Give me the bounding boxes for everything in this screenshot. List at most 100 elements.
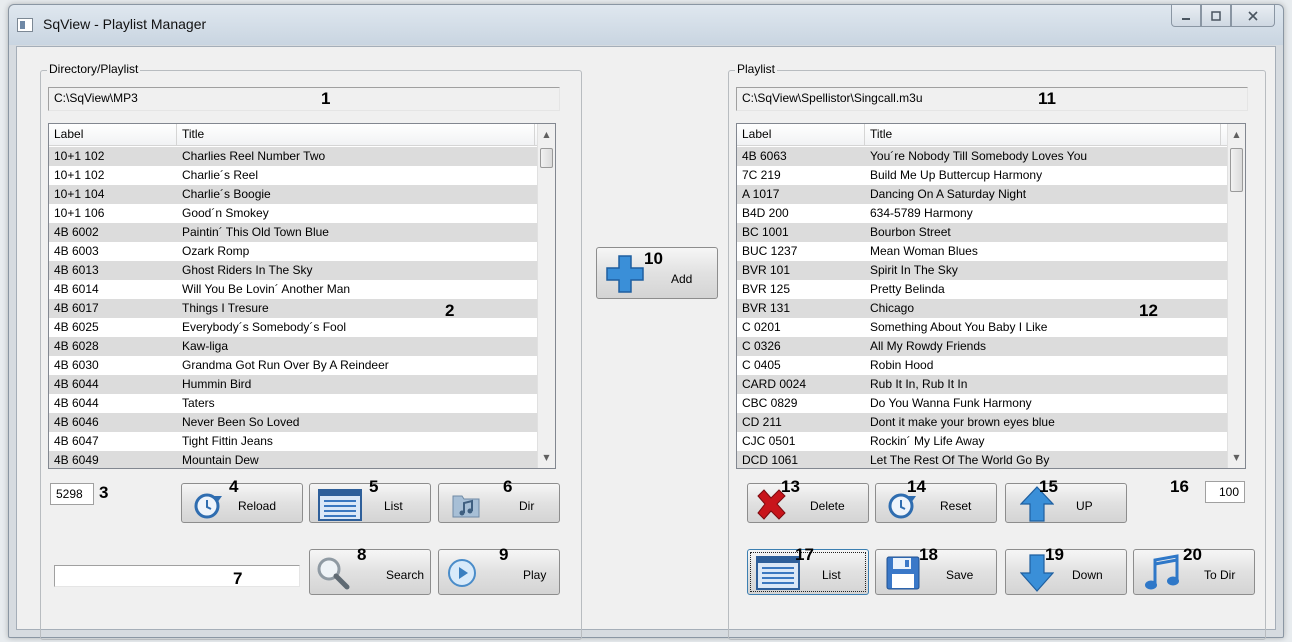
list-item[interactable]: 4B 6047 Tight Fittin Jeans — [49, 432, 537, 451]
scroll-up-icon[interactable]: ▲ — [1228, 126, 1245, 143]
item-title: Mean Woman Blues — [870, 244, 978, 258]
list-item[interactable]: BVR 101 Spirit In The Sky — [737, 261, 1227, 280]
list-label: List — [822, 568, 841, 582]
list-item[interactable]: A 1017 Dancing On A Saturday Night — [737, 185, 1227, 204]
minimize-icon — [1182, 17, 1190, 20]
column-title-header[interactable]: Title — [865, 124, 1221, 145]
list-item[interactable]: 10+1 102 Charlie´s Reel — [49, 166, 537, 185]
callout-number: 11 — [1038, 89, 1056, 108]
dir-button[interactable]: Dir — [438, 483, 560, 523]
window-controls — [1171, 5, 1275, 27]
scroll-up-icon[interactable]: ▲ — [538, 126, 555, 143]
directory-list[interactable]: Label Title 10+1 102 Charlies Reel Number… — [48, 123, 556, 469]
item-title: Will You Be Lovin´ Another Man — [182, 282, 351, 296]
item-title: Chicago — [870, 301, 915, 315]
list-item[interactable]: CJC 0501 Rockin´ My Life Away — [737, 432, 1227, 451]
vertical-scrollbar[interactable]: ▲ ▼ — [1227, 124, 1245, 468]
item-label: CJC 0501 — [742, 434, 796, 448]
vertical-scrollbar[interactable]: ▲ ▼ — [537, 124, 555, 468]
app-icon — [17, 18, 33, 32]
list-item[interactable]: 4B 6014 Will You Be Lovin´ Another Man — [49, 280, 537, 299]
list-item[interactable]: 4B 6013 Ghost Riders In The Sky — [49, 261, 537, 280]
circular-arrow-icon — [194, 493, 222, 519]
playlist-list[interactable]: Label Title 4B 6063 You´re Nobody Till So… — [736, 123, 1246, 469]
play-circle-icon — [448, 559, 476, 587]
search-input[interactable] — [54, 565, 300, 587]
list-item[interactable]: 4B 6046 Never Been So Loved — [49, 413, 537, 432]
list-item[interactable]: BC 1001 Bourbon Street — [737, 223, 1227, 242]
item-title: Build Me Up Buttercup Harmony — [870, 168, 1043, 182]
list-item[interactable]: 4B 6063 You´re Nobody Till Somebody Loves… — [737, 147, 1227, 166]
item-label: 7C 219 — [742, 168, 781, 182]
item-title: Dancing On A Saturday Night — [870, 187, 1027, 201]
item-label: 4B 6047 — [54, 434, 99, 448]
column-label-header[interactable]: Label — [737, 124, 865, 145]
item-title: Rockin´ My Life Away — [870, 434, 985, 448]
list-item[interactable]: DCD 1061 Let The Rest Of The World Go By — [737, 451, 1227, 468]
search-button[interactable]: Search — [309, 549, 431, 595]
item-label: C 0326 — [742, 339, 781, 353]
list-item[interactable]: B4D 200 634-5789 Harmony — [737, 204, 1227, 223]
item-title: Hummin Bird — [182, 377, 252, 391]
step-value-field[interactable]: 100 — [1205, 481, 1245, 503]
scroll-down-icon[interactable]: ▼ — [1228, 449, 1245, 466]
list-item[interactable]: 4B 6049 Mountain Dew — [49, 451, 537, 468]
list-window-icon — [756, 556, 800, 590]
list-item[interactable]: BVR 125 Pretty Belinda — [737, 280, 1227, 299]
list-item[interactable]: 4B 6017 Things I Tresure — [49, 299, 537, 318]
list-item[interactable]: C 0326 All My Rowdy Friends — [737, 337, 1227, 356]
item-label: 4B 6013 — [54, 263, 99, 277]
list-item[interactable]: 4B 6028 Kaw-liga — [49, 337, 537, 356]
list-item[interactable]: 4B 6002 Paintin´ This Old Town Blue — [49, 223, 537, 242]
reset-button[interactable]: Reset — [875, 483, 997, 523]
list-item[interactable]: 10+1 104 Charlie´s Boogie — [49, 185, 537, 204]
scroll-thumb[interactable] — [540, 148, 553, 168]
reload-label: Reload — [238, 499, 277, 513]
maximize-button[interactable] — [1201, 5, 1231, 27]
item-label: BVR 101 — [742, 263, 791, 277]
reload-button[interactable]: Reload — [181, 483, 303, 523]
dir-label: Dir — [519, 499, 535, 513]
column-label-header[interactable]: Label — [49, 124, 177, 145]
callout-number: 17 — [795, 545, 814, 564]
list-item[interactable]: 4B 6044 Taters — [49, 394, 537, 413]
client-area: Directory/Playlist C:\SqView\MP3 1 Label… — [16, 46, 1276, 640]
callout-number: 20 — [1183, 545, 1202, 564]
item-label: 10+1 106 — [54, 206, 105, 220]
list-item[interactable]: C 0405 Robin Hood — [737, 356, 1227, 375]
up-label: UP — [1076, 499, 1093, 513]
column-title-header[interactable]: Title — [177, 124, 535, 145]
down-button[interactable]: Down — [1005, 549, 1127, 595]
item-label: 4B 6002 — [54, 225, 99, 239]
list-item[interactable]: CARD 0024 Rub It In, Rub It In — [737, 375, 1227, 394]
playlist-group: Playlist C:\SqView\Spellistor\Singcall.m… — [728, 62, 1266, 640]
item-title: Ghost Riders In The Sky — [182, 263, 313, 277]
callout-number: 15 — [1039, 477, 1058, 496]
list-item[interactable]: 4B 6003 Ozark Romp — [49, 242, 537, 261]
item-label: 4B 6017 — [54, 301, 99, 315]
list-item[interactable]: 4B 6025 Everybody´s Somebody´s Fool — [49, 318, 537, 337]
list-item[interactable]: CD 211 Dont it make your brown eyes blue — [737, 413, 1227, 432]
list-item[interactable]: 4B 6044 Hummin Bird — [49, 375, 537, 394]
scroll-down-icon[interactable]: ▼ — [538, 449, 555, 466]
playlist-path-field[interactable]: C:\SqView\Spellistor\Singcall.m3u — [736, 87, 1248, 111]
list-item[interactable]: 10+1 106 Good´n Smokey — [49, 204, 537, 223]
scroll-thumb[interactable] — [1230, 148, 1243, 192]
minimize-button[interactable] — [1171, 5, 1201, 27]
list-item[interactable]: 7C 219 Build Me Up Buttercup Harmony — [737, 166, 1227, 185]
callout-number: 19 — [1045, 545, 1064, 564]
delete-button[interactable]: Delete — [747, 483, 869, 523]
item-title: Mountain Dew — [182, 453, 259, 467]
up-button[interactable]: UP — [1005, 483, 1127, 523]
directory-path-field[interactable]: C:\SqView\MP3 — [48, 87, 560, 111]
list-item[interactable]: 4B 6030 Grandma Got Run Over By A Reindee… — [49, 356, 537, 375]
list-item[interactable]: 10+1 102 Charlies Reel Number Two — [49, 147, 537, 166]
close-button[interactable] — [1231, 5, 1275, 27]
item-label: 4B 6044 — [54, 377, 99, 391]
list-item[interactable]: BUC 1237 Mean Woman Blues — [737, 242, 1227, 261]
item-title: Do You Wanna Funk Harmony — [870, 396, 1032, 410]
title-bar[interactable]: SqView - Playlist Manager — [9, 5, 1283, 45]
list-rows: 10+1 102 Charlies Reel Number Two 10+1 102… — [49, 147, 537, 468]
item-label: CBC 0829 — [742, 396, 798, 410]
list-item[interactable]: CBC 0829 Do You Wanna Funk Harmony — [737, 394, 1227, 413]
